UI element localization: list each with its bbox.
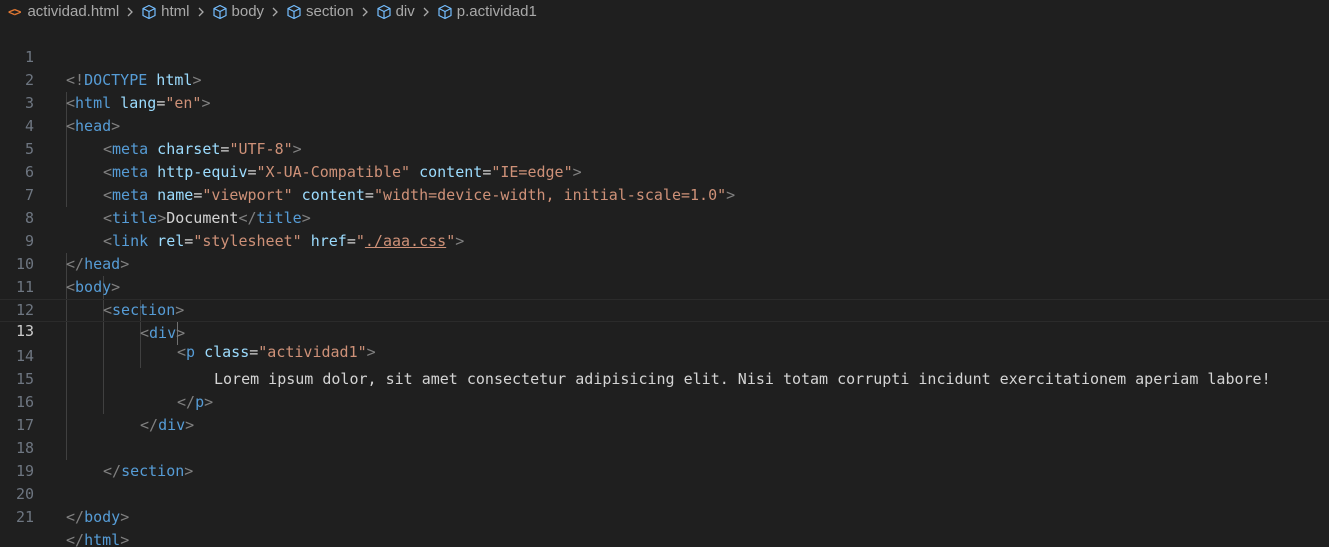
breadcrumb-label: body [231, 3, 265, 20]
breadcrumb-file-label: actividad.html [27, 3, 120, 20]
token: body [84, 508, 121, 526]
cube-icon [212, 4, 227, 19]
chevron-right-icon [127, 7, 134, 16]
code-line-current: 13 <p class="actividad1"> [0, 299, 1329, 361]
token: > [120, 531, 130, 547]
breadcrumb-label: div [395, 3, 415, 20]
code-line: 20 </body> [0, 460, 1329, 526]
chevron-right-icon [198, 7, 204, 16]
code-line: 16 </div> [0, 368, 1329, 434]
breadcrumb-item-html[interactable]: html [141, 3, 190, 20]
code-line: 5 <meta http-equiv="X-UA-Compatible" con… [0, 115, 1329, 181]
code-line: 1 <!DOCTYPE html> [0, 23, 1329, 89]
line-number: 21 [15, 508, 34, 526]
chevron-right-icon [272, 7, 278, 16]
breadcrumb-item-section[interactable]: section [286, 3, 354, 20]
code-line: 3 <head> [0, 69, 1329, 135]
code-text: </html> [66, 529, 129, 547]
breadcrumb-item-body[interactable]: body [212, 3, 265, 20]
cube-icon [376, 4, 391, 19]
editor-window: <> actividad.html html body section div … [0, 0, 1329, 547]
chevron-right-icon [362, 7, 368, 16]
cube-icon [438, 4, 452, 19]
token: </ [66, 531, 85, 547]
code-line: 7 <title>Document</title> [0, 161, 1329, 227]
token: </ [66, 508, 85, 526]
breadcrumb-label: p.actividad1 [456, 3, 537, 20]
code-line: 4 <meta charset="UTF-8"> [0, 92, 1329, 158]
code-line: 15 </p> [0, 345, 1329, 411]
token: > [120, 508, 130, 526]
code-line: 2 <html lang="en"> [0, 46, 1329, 112]
code-line: 6 <meta name="viewport" content="width=d… [0, 138, 1329, 204]
breadcrumb-item-p-actividad1[interactable]: p.actividad1 [437, 3, 537, 20]
code-line: 10 <body> [0, 230, 1329, 296]
code-line: 8 <link rel="stylesheet" href="./aaa.css… [0, 184, 1329, 250]
code-line: 11 <section> [0, 253, 1329, 319]
code-line: 9 </head> [0, 207, 1329, 273]
code-line: 14 Lorem ipsum dolor, sit amet consectet… [0, 322, 1329, 388]
breadcrumb-label: html [161, 3, 190, 20]
breadcrumb: <> actividad.html html body section div … [0, 0, 1329, 23]
html-file-icon: <> [8, 4, 21, 19]
code-text: </body> [66, 506, 129, 529]
cube-icon [287, 4, 301, 19]
token: html [84, 531, 121, 547]
code-line: 18 </section> [0, 414, 1329, 480]
breadcrumb-item-file[interactable]: <> actividad.html [8, 3, 119, 20]
code-line: 17 [0, 391, 1329, 434]
breadcrumb-label: section [306, 3, 354, 20]
breadcrumb-item-div[interactable]: div [376, 3, 415, 20]
code-line: 12 <div> [0, 276, 1329, 342]
chevron-right-icon [423, 7, 429, 16]
code-editor[interactable]: 1 <!DOCTYPE html> 2 <html lang="en"> 3 <… [0, 23, 1329, 547]
cube-icon [142, 4, 156, 19]
code-line: 19 [0, 437, 1329, 480]
code-line: 21 </html> [0, 483, 1329, 547]
